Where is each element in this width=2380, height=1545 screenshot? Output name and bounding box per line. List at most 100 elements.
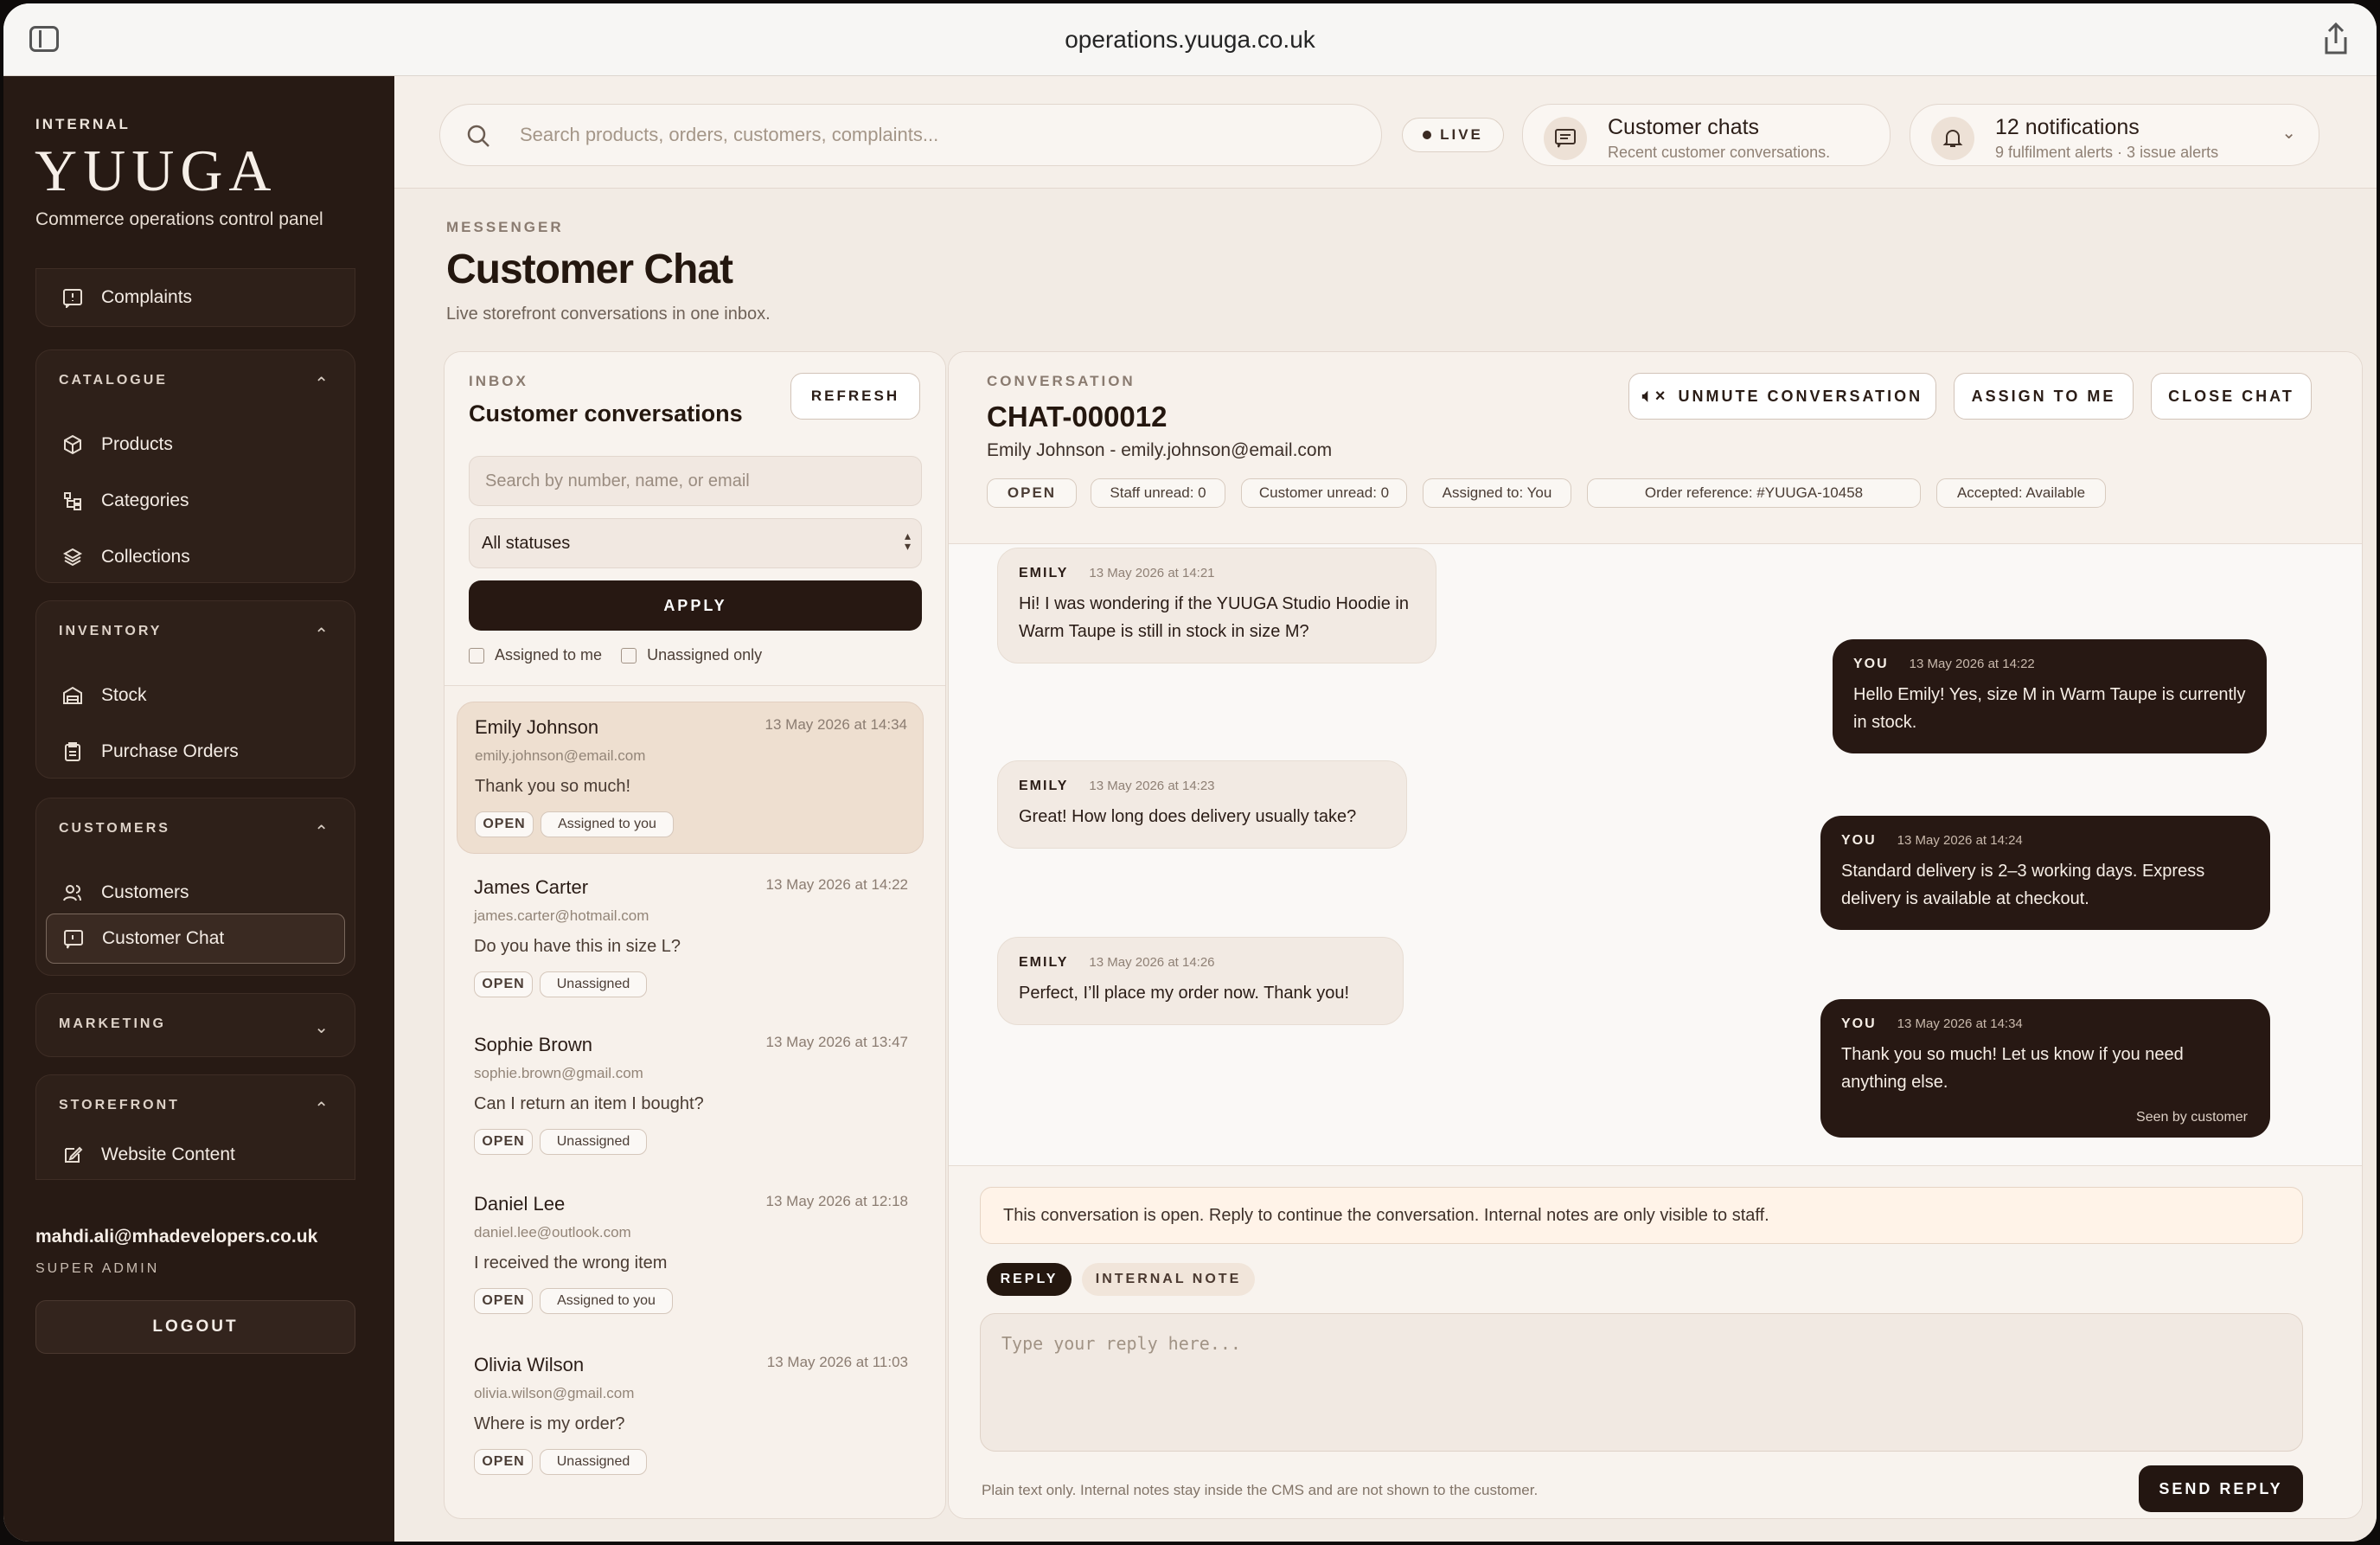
assigned-to-me-checkbox[interactable] [469, 647, 484, 664]
unassigned-only-label: Unassigned only [647, 646, 763, 664]
sidebar-item-label: Categories [101, 490, 189, 510]
conversation-item[interactable]: Emily Johnson 13 May 2026 at 14:34 emily… [457, 702, 924, 854]
chevron-up-icon[interactable]: ⌃ [314, 624, 329, 645]
global-search-input[interactable] [520, 105, 1350, 165]
inbox-title: Customer conversations [469, 401, 743, 426]
sidebar-item-label: Customers [101, 882, 189, 902]
bell-icon [1931, 117, 1974, 160]
conversation-time: 13 May 2026 at 13:47 [765, 1034, 908, 1050]
conversation-time: 13 May 2026 at 14:22 [765, 876, 908, 893]
message-header: YOU 13 May 2026 at 14:22 [1853, 657, 2246, 672]
chevron-up-icon[interactable]: ⌃ [314, 821, 329, 843]
message-bubble: EMILY 13 May 2026 at 14:21 Hi! I was wond… [997, 548, 1436, 664]
conversation-customer: Emily Johnson - emily.johnson@email.com [987, 440, 1333, 460]
global-search [439, 104, 1382, 166]
users-icon [61, 881, 84, 904]
top-bar: LIVE Customer chats Recent customer conv… [394, 76, 2377, 189]
chevron-up-icon[interactable]: ⌃ [314, 373, 329, 394]
chat-icon [62, 927, 85, 950]
close-chat-button[interactable]: CLOSE CHAT [2151, 373, 2312, 420]
sidebar-item-label: Website Content [101, 1144, 235, 1164]
page-eyebrow: MESSENGER [446, 219, 564, 235]
status-tag: OPEN [987, 478, 1077, 508]
brand-logo[interactable]: YUUGA [35, 137, 278, 205]
refresh-button[interactable]: REFRESH [790, 373, 920, 420]
sidebar-group-customers: CUSTOMERS ⌃ Customers Customer Chat [35, 798, 355, 976]
box-icon [61, 433, 84, 456]
send-reply-button[interactable]: SEND REPLY [2139, 1465, 2303, 1512]
sidebar-item-customers[interactable]: Customers [46, 868, 345, 918]
conversation-item[interactable]: Daniel Lee 13 May 2026 at 12:18 daniel.l… [457, 1179, 924, 1331]
last-message: Can I return an item I bought? [474, 1094, 704, 1113]
customer-email: sophie.brown@gmail.com [474, 1065, 643, 1081]
group-title: STOREFRONT [59, 1098, 180, 1112]
clipboard-icon [61, 740, 84, 763]
apply-button[interactable]: APPLY [469, 580, 922, 631]
notifications-dropdown[interactable]: 12 notifications 9 fulfilment alerts · 3… [1910, 104, 2319, 166]
live-badge: LIVE [1402, 118, 1504, 152]
notifications-subtitle: 9 fulfilment alerts · 3 issue alerts [1995, 144, 2219, 161]
warehouse-icon [61, 684, 84, 707]
composer-hint: Plain text only. Internal notes stay ins… [982, 1482, 1539, 1498]
customer-unread-tag: Customer unread: 0 [1241, 478, 1407, 508]
message-text: Hello Emily! Yes, size M in Warm Taupe i… [1853, 685, 2246, 732]
conversation-item[interactable]: James Carter 13 May 2026 at 14:22 james.… [457, 862, 924, 1015]
assign-to-me-button[interactable]: ASSIGN TO ME [1954, 373, 2134, 420]
conversation-eyebrow: CONVERSATION [987, 373, 1136, 389]
message-text: Standard delivery is 2–3 working days. E… [1841, 862, 2205, 908]
sidebar-item-customer-chat[interactable]: Customer Chat [46, 914, 345, 964]
browser-bar: operations.yuuga.co.uk [3, 3, 2377, 76]
sidebar-item-stock[interactable]: Stock [46, 670, 345, 721]
message-header: EMILY 13 May 2026 at 14:26 [1019, 955, 1382, 971]
status-select-value: All statuses [482, 533, 571, 553]
customer-name: Olivia Wilson [474, 1354, 585, 1375]
customer-chats-shortcut[interactable]: Customer chats Recent customer conversat… [1522, 104, 1891, 166]
message-text: Hi! I was wondering if the YUUGA Studio … [1019, 594, 1409, 641]
unmute-conversation-button[interactable]: 🔈︎× UNMUTE CONVERSATION [1628, 373, 1936, 420]
status-badge: OPEN [475, 811, 534, 837]
status-badge: OPEN [474, 1129, 533, 1155]
last-message: I received the wrong item [474, 1253, 668, 1273]
user-email: mahdi.ali@mhadevelopers.co.uk [35, 1227, 318, 1247]
customer-name: Emily Johnson [475, 716, 599, 738]
chevron-down-icon[interactable]: ⌄ [314, 1016, 329, 1038]
internal-note-tab[interactable]: INTERNAL NOTE [1082, 1263, 1255, 1296]
share-icon[interactable] [2321, 22, 2351, 55]
sidebar-item-website-content[interactable]: Website Content [46, 1130, 345, 1180]
chevron-down-icon[interactable]: ⌄ [2281, 122, 2296, 144]
order-reference-tag: Order reference: #YUUGA-10458 [1587, 478, 1921, 508]
group-title: INVENTORY [59, 624, 163, 638]
reply-composer: This conversation is open. Reply to cont… [949, 1165, 2362, 1518]
browser-url[interactable]: operations.yuuga.co.uk [3, 26, 2377, 54]
message-author: YOU [1841, 1016, 1877, 1031]
unassigned-only-checkbox[interactable] [621, 647, 637, 664]
sidebar-item-categories[interactable]: Categories [46, 476, 345, 526]
conversation-header: CONVERSATION CHAT-000012 Emily Johnson -… [949, 352, 2362, 544]
logout-button[interactable]: LOGOUT [35, 1300, 355, 1354]
customer-name: James Carter [474, 876, 589, 898]
message-time: 13 May 2026 at 14:34 [1897, 1016, 2023, 1031]
message-bubble: EMILY 13 May 2026 at 14:23 Great! How lon… [997, 760, 1407, 849]
conversation-search-input[interactable] [469, 456, 922, 506]
group-title: CUSTOMERS [59, 821, 170, 836]
sidebar-item-label: Products [101, 434, 173, 454]
hierarchy-icon [61, 490, 84, 512]
conversation-id: CHAT-000012 [987, 401, 1168, 433]
conversation-item[interactable]: Sophie Brown 13 May 2026 at 13:47 sophie… [457, 1020, 924, 1172]
message-bubble: EMILY 13 May 2026 at 14:26 Perfect, I’ll … [997, 937, 1404, 1025]
sidebar-group-complaints: Complaints [35, 268, 355, 327]
reply-textarea[interactable] [980, 1313, 2303, 1452]
message-time: 13 May 2026 at 14:23 [1089, 779, 1215, 793]
sidebar-item-complaints[interactable]: Complaints [46, 272, 345, 323]
conversation-time: 13 May 2026 at 12:18 [765, 1193, 908, 1209]
reply-tab[interactable]: REPLY [987, 1263, 1072, 1296]
sidebar-item-products[interactable]: Products [46, 420, 345, 470]
sidebar-item-collections[interactable]: Collections [46, 532, 345, 582]
chevron-up-icon[interactable]: ⌃ [314, 1098, 329, 1119]
conversation-item[interactable]: Olivia Wilson 13 May 2026 at 11:03 olivi… [457, 1340, 924, 1492]
sidebar-group-marketing: MARKETING ⌄ [35, 993, 355, 1057]
group-title: MARKETING [59, 1016, 166, 1031]
sidebar-item-purchase-orders[interactable]: Purchase Orders [46, 727, 345, 777]
assigned-tag: Assigned to: You [1423, 478, 1571, 508]
status-select[interactable]: All statuses ▴ ▾ [469, 518, 922, 568]
